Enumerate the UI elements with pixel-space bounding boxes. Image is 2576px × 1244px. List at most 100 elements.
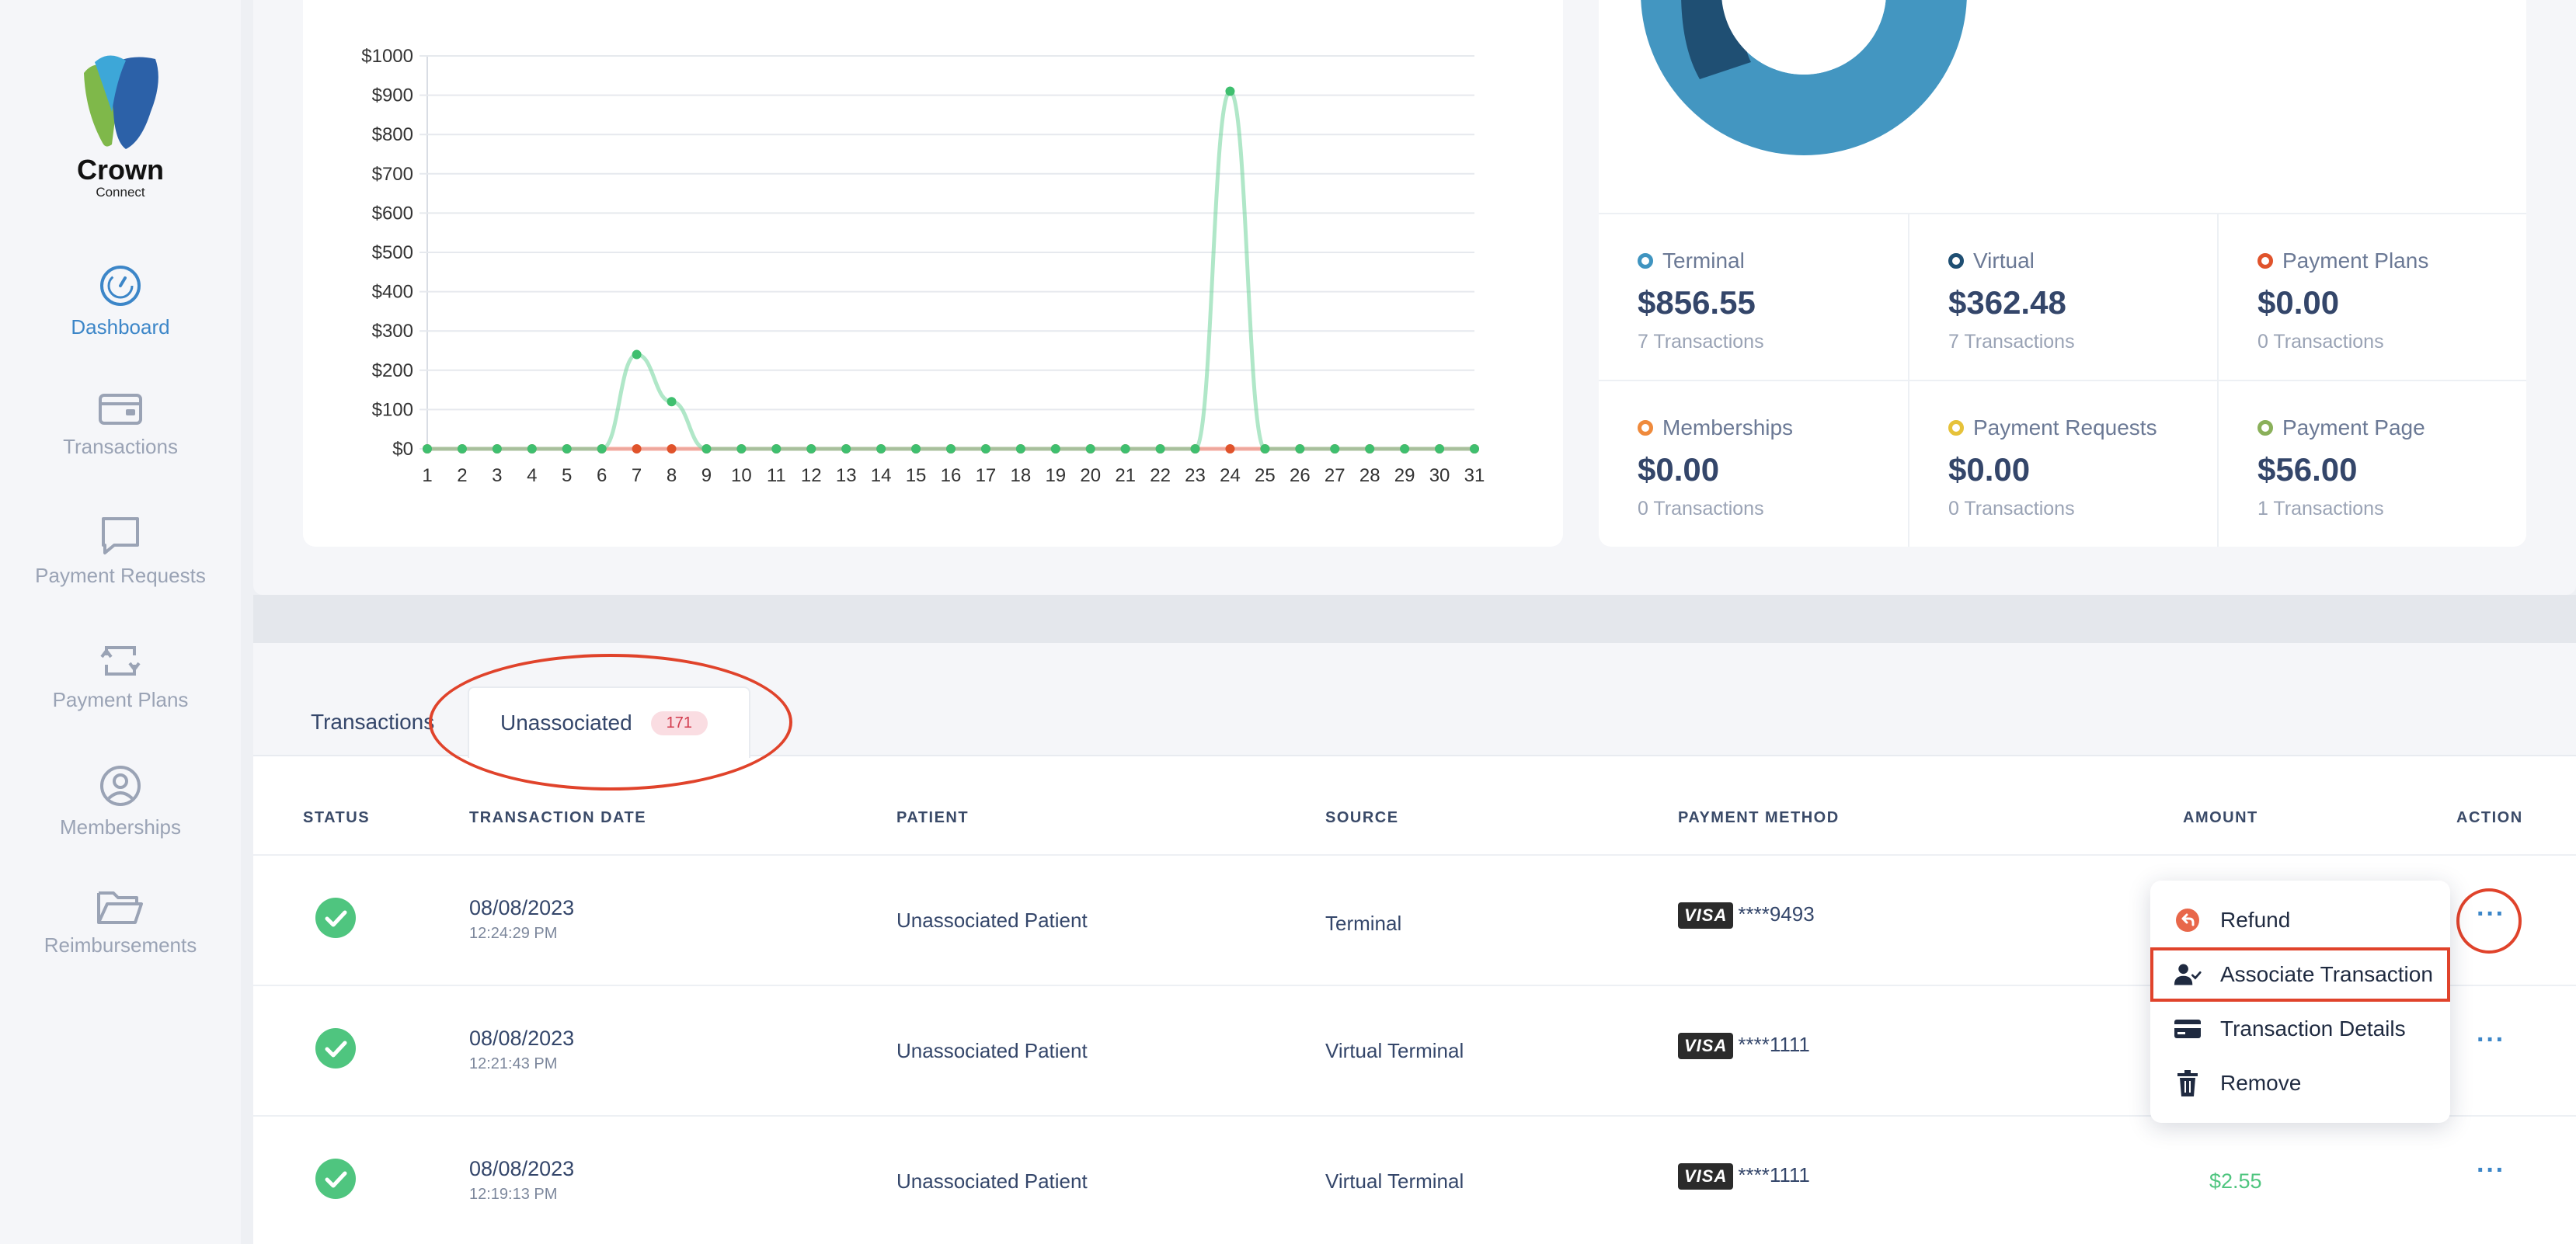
payment-method: VISA ****9493: [1678, 902, 1815, 930]
sidebar-item-reimbursements[interactable]: Reimbursements: [0, 887, 241, 957]
x-tick-label: 28: [1359, 465, 1380, 486]
patient-name: Unassociated Patient: [896, 1169, 1088, 1193]
sidebar-item-label: Reimbursements: [44, 933, 197, 957]
transaction-date: 08/08/2023 12:21:43 PM: [469, 1027, 574, 1073]
stat-count: 1 Transactions: [2257, 498, 2384, 519]
menu-item-remove[interactable]: Remove: [2150, 1056, 2450, 1110]
date: 08/08/2023: [469, 1157, 575, 1180]
data-point: [1470, 444, 1479, 453]
x-tick-label: 7: [632, 465, 642, 486]
data-point: [1085, 444, 1095, 453]
data-point: [1120, 444, 1130, 453]
x-tick-label: 9: [701, 465, 712, 486]
sidebar-item-memberships[interactable]: Memberships: [0, 764, 241, 839]
x-tick-label: 8: [667, 465, 677, 486]
y-tick-label: $800: [372, 124, 413, 145]
tab-unassociated[interactable]: Unassociated 171: [468, 686, 750, 758]
unassociated-count-badge: 171: [650, 711, 708, 735]
data-point: [980, 444, 990, 453]
stat-amount: $0.00: [2257, 284, 2340, 321]
column-header-transaction-date[interactable]: TRANSACTION DATE: [469, 809, 646, 827]
brand-name: Crown: [77, 154, 164, 186]
menu-item-transaction-details[interactable]: Transaction Details: [2150, 1002, 2450, 1056]
y-tick-label: $100: [372, 399, 413, 420]
data-point: [1190, 444, 1200, 453]
menu-item-label: Refund: [2220, 908, 2291, 932]
menu-item-label: Remove: [2220, 1071, 2302, 1095]
column-header-status: STATUS: [303, 809, 371, 826]
menu-item-associate-transaction[interactable]: Associate Transaction: [2150, 947, 2450, 1002]
data-point: [1400, 444, 1410, 453]
brand-subtitle: Connect: [96, 185, 145, 200]
speedometer-icon: [100, 266, 141, 306]
annotation-circle-action: [2456, 888, 2522, 954]
y-tick-label: $700: [372, 164, 413, 185]
stat-count: 0 Transactions: [2257, 331, 2384, 353]
data-point: [1155, 444, 1165, 453]
tab-transactions[interactable]: Transactions: [311, 686, 434, 758]
user-check-icon: [2174, 961, 2202, 989]
credit-card-icon: [2174, 1015, 2202, 1043]
row-actions-button[interactable]: ···: [2477, 1025, 2505, 1055]
data-point: [597, 444, 607, 453]
x-tick-label: 25: [1255, 465, 1276, 486]
status-success-icon: [315, 1028, 356, 1069]
x-tick-label: 24: [1220, 465, 1241, 486]
row-actions-button[interactable]: ···: [2477, 1155, 2505, 1186]
status-success-icon: [315, 898, 356, 938]
sidebar-item-payment-requests[interactable]: Payment Requests: [0, 516, 241, 588]
data-point: [632, 349, 642, 360]
stat-amount: $56.00: [2257, 451, 2358, 488]
tooth-logo-icon: [84, 55, 158, 149]
table-row[interactable]: 08/08/2023 12:19:13 PM Unassociated Pati…: [253, 1115, 2576, 1244]
recurring-icon: [100, 646, 141, 676]
data-point: [771, 444, 782, 453]
x-tick-label: 29: [1394, 465, 1415, 486]
x-tick-label: 17: [976, 465, 997, 486]
stat-count: 7 Transactions: [1948, 331, 2075, 353]
sidebar-item-payment-plans[interactable]: Payment Plans: [0, 640, 241, 712]
stat-name: Memberships: [1662, 415, 1794, 440]
x-tick-label: 26: [1290, 465, 1311, 486]
stat-name: Payment Plans: [2282, 248, 2429, 273]
column-header-patient[interactable]: PATIENT: [896, 809, 969, 827]
transaction-date: 08/08/2023 12:19:13 PM: [469, 1157, 574, 1204]
stat-count: 7 Transactions: [1638, 331, 1764, 353]
y-tick-label: $1000: [361, 46, 413, 67]
data-point: [1260, 444, 1270, 453]
folder-icon: [97, 891, 143, 924]
menu-item-refund[interactable]: Refund: [2150, 893, 2450, 947]
crown-connect-logo[interactable]: Crown Connect: [74, 50, 167, 200]
x-tick-label: 2: [457, 465, 467, 486]
data-point: [492, 444, 502, 453]
stat-name: Payment Requests: [1973, 415, 2157, 440]
data-point: [1365, 444, 1375, 453]
stat-amount: $856.55: [1638, 284, 1756, 321]
sidebar-item-label: Payment Requests: [35, 564, 206, 587]
transaction-date: 08/08/2023 12:24:29 PM: [469, 896, 574, 943]
data-point: [911, 444, 921, 453]
y-tick-label: $400: [372, 282, 413, 303]
x-tick-label: 27: [1325, 465, 1345, 486]
date: 08/08/2023: [469, 896, 575, 919]
x-tick-label: 10: [731, 465, 752, 486]
visa-card-icon: VISA: [1678, 1033, 1734, 1060]
patient-name: Unassociated Patient: [896, 1039, 1088, 1062]
source-donut-chart: [1641, 0, 1967, 155]
x-tick-label: 11: [767, 465, 786, 486]
stat-payment-requests: Payment Requests $0.00 0 Transactions: [1908, 380, 2217, 547]
sidebar-item-transactions[interactable]: Transactions: [0, 391, 241, 459]
data-point: [1015, 444, 1025, 453]
x-tick-label: 12: [801, 465, 822, 486]
column-header-amount[interactable]: AMOUNT: [2183, 809, 2258, 827]
column-header-source[interactable]: SOURCE: [1325, 809, 1399, 827]
payment-page-legend-dot: [2257, 420, 2273, 436]
sidebar: Crown Connect Dashboard Transactions Pay…: [0, 0, 241, 1244]
sidebar-item-dashboard[interactable]: Dashboard: [0, 264, 241, 339]
data-point: [667, 444, 677, 453]
x-tick-label: 19: [1045, 465, 1066, 486]
data-point: [632, 444, 642, 453]
stat-count: 0 Transactions: [1638, 498, 1764, 519]
column-header-payment-method[interactable]: PAYMENT METHOD: [1678, 809, 1840, 827]
stat-payment-page: Payment Page $56.00 1 Transactions: [2217, 380, 2526, 547]
